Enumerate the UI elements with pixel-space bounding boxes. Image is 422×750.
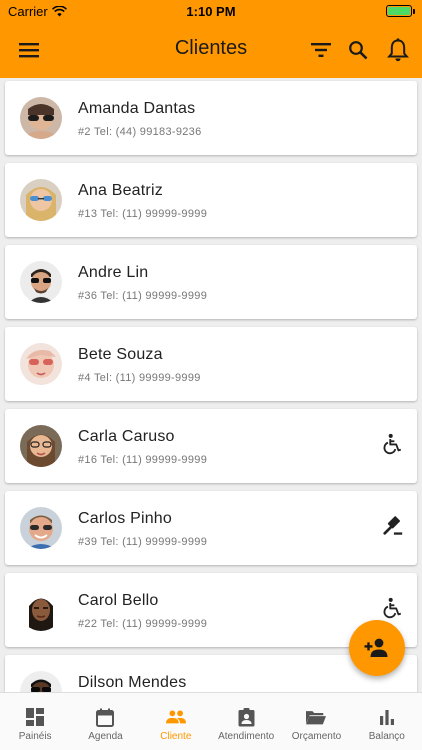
client-info: #16 Tel: (11) 99999-9999: [78, 454, 208, 466]
nav-label: Orçamento: [291, 731, 342, 742]
client-name: Ana Beatriz: [78, 182, 163, 199]
bar-chart-icon: [377, 707, 397, 727]
client-info: #4 Tel: (11) 99999-9999: [78, 372, 201, 384]
client-info: #39 Tel: (11) 99999-9999: [78, 536, 208, 548]
client-name: Carla Caruso: [78, 428, 175, 445]
filter-icon: [311, 43, 331, 57]
avatar: [20, 179, 62, 221]
app-bar: Clientes: [0, 22, 422, 78]
nav-item-paineis[interactable]: Painéis: [0, 693, 70, 750]
nav-label: Balanço: [368, 731, 405, 742]
accessible-icon: [383, 597, 402, 619]
client-info: #2 Tel: (44) 99183-9236: [78, 126, 202, 138]
clock: 1:10 PM: [186, 4, 236, 19]
bottom-nav: Painéis Agenda Cliente Atendimento Orçam…: [0, 692, 422, 750]
client-info: #22 Tel: (11) 99999-9999: [78, 618, 208, 630]
client-card-amanda-dantas[interactable]: Amanda Dantas #2 Tel: (44) 99183-9236: [5, 81, 417, 155]
client-card-ana-beatriz[interactable]: Ana Beatriz #13 Tel: (11) 99999-9999: [5, 163, 417, 237]
avatar: [20, 343, 62, 385]
nav-item-orcamento[interactable]: Orçamento: [281, 693, 351, 750]
gavel-icon: [383, 516, 403, 535]
status-bar: Carrier 1:10 PM: [0, 0, 422, 22]
client-name: Carol Bello: [78, 592, 159, 609]
avatar: [20, 97, 62, 139]
client-name: Carlos Pinho: [78, 510, 173, 527]
filter-button[interactable]: [307, 36, 335, 64]
bell-icon: [387, 38, 409, 62]
client-card-carla-caruso[interactable]: Carla Caruso #16 Tel: (11) 99999-9999: [5, 409, 417, 483]
client-list[interactable]: Amanda Dantas #2 Tel: (44) 99183-9236 An…: [0, 78, 422, 692]
client-info: #13 Tel: (11) 99999-9999: [78, 208, 208, 220]
add-client-button[interactable]: [349, 620, 405, 676]
battery-icon: [386, 5, 415, 17]
folder-open-icon: [306, 707, 327, 727]
nav-item-cliente[interactable]: Cliente: [141, 693, 211, 750]
nav-label: Cliente: [160, 731, 192, 742]
client-name: Amanda Dantas: [78, 100, 196, 117]
client-name: Andre Lin: [78, 264, 149, 281]
nav-item-balanco[interactable]: Balanço: [352, 693, 422, 750]
people-icon: [165, 707, 186, 727]
client-card-bete-souza[interactable]: Bete Souza #4 Tel: (11) 99999-9999: [5, 327, 417, 401]
avatar: [20, 507, 62, 549]
nav-label: Painéis: [18, 731, 52, 742]
client-name: Dilson Mendes: [78, 674, 187, 691]
client-name: Bete Souza: [78, 346, 163, 363]
nav-label: Atendimento: [218, 731, 275, 742]
notifications-button[interactable]: [384, 36, 412, 64]
calendar-icon: [95, 707, 115, 727]
assignment-icon: [236, 707, 256, 727]
avatar: [20, 589, 62, 631]
client-card-carlos-pinho[interactable]: Carlos Pinho #39 Tel: (11) 99999-9999: [5, 491, 417, 565]
nav-label: Agenda: [88, 731, 123, 742]
search-button[interactable]: [344, 36, 372, 64]
accessible-icon: [383, 433, 402, 455]
dashboard-icon: [25, 707, 45, 727]
search-icon: [349, 41, 368, 60]
avatar: [20, 261, 62, 303]
person-add-icon: [364, 638, 388, 657]
client-card-andre-lin[interactable]: Andre Lin #36 Tel: (11) 99999-9999: [5, 245, 417, 319]
nav-item-atendimento[interactable]: Atendimento: [211, 693, 281, 750]
avatar: [20, 671, 62, 692]
nav-item-agenda[interactable]: Agenda: [70, 693, 140, 750]
client-info: #36 Tel: (11) 99999-9999: [78, 290, 208, 302]
avatar: [20, 425, 62, 467]
